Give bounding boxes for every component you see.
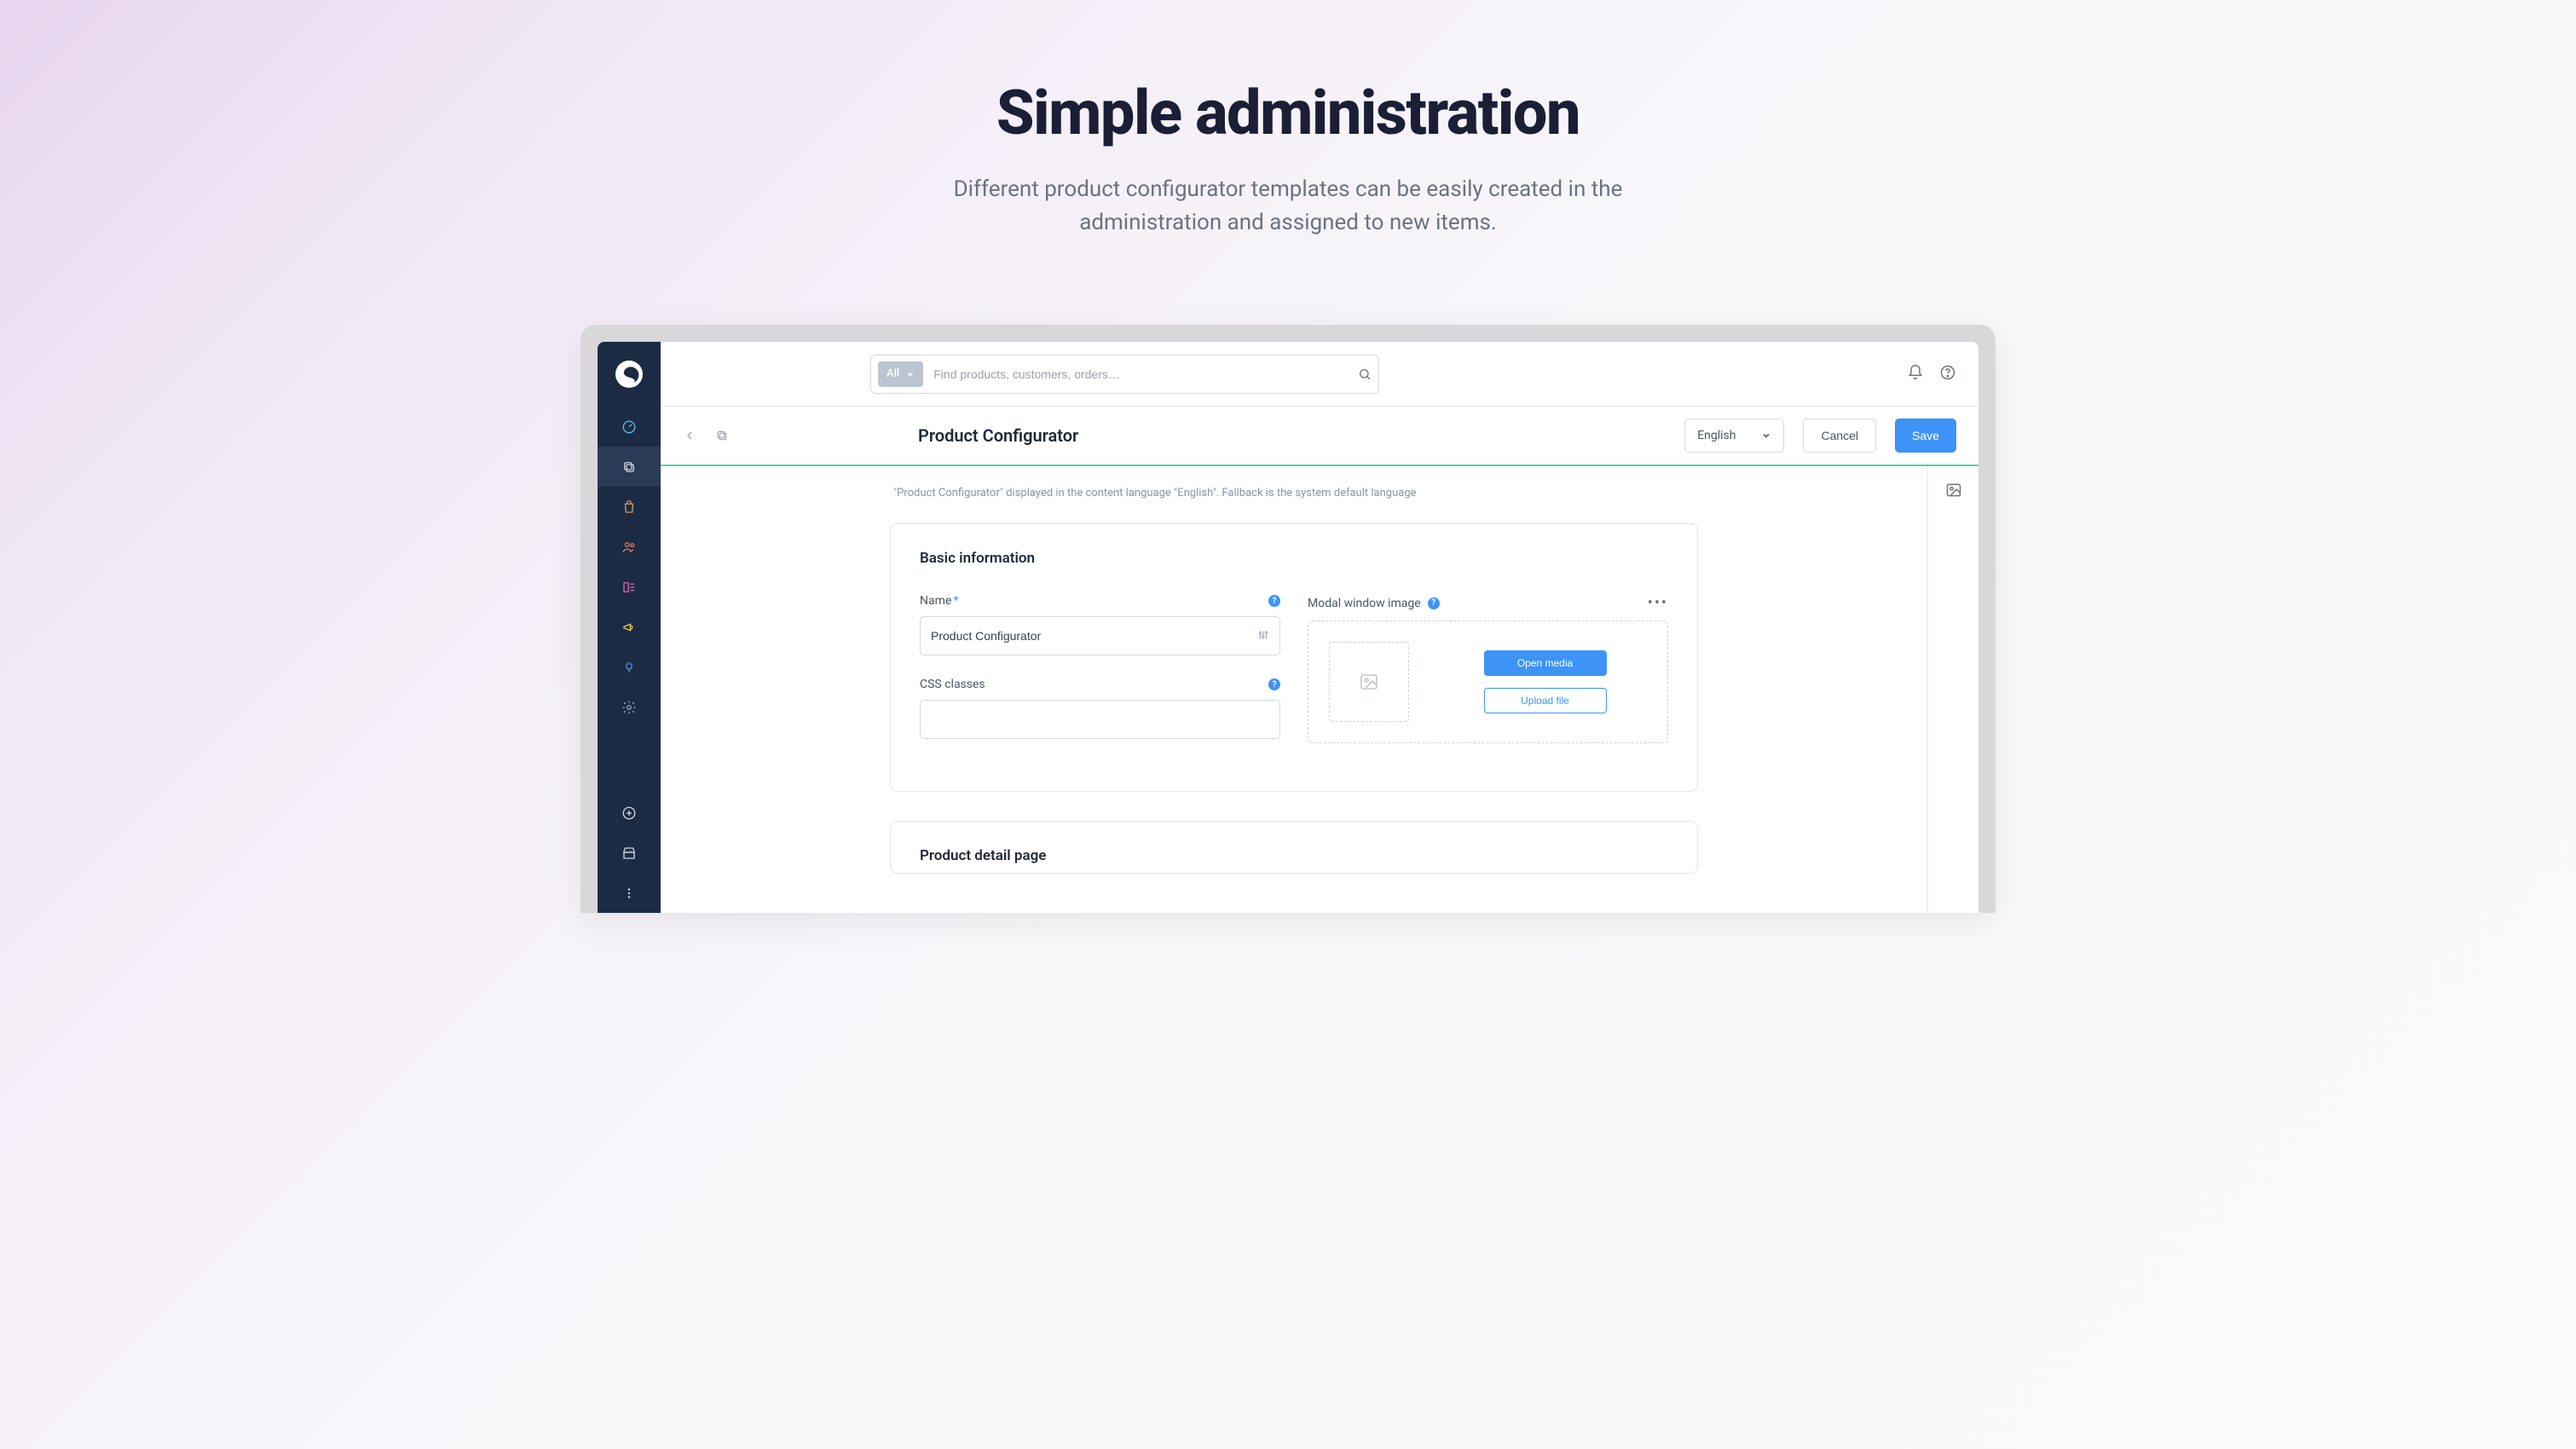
sidebar-item-marketing[interactable]: [598, 607, 661, 647]
search-icon: [1358, 367, 1372, 381]
hero-title: Simple administration: [34, 77, 2542, 149]
bag-icon: [621, 499, 637, 515]
sidebar-item-extensions[interactable]: [598, 647, 661, 687]
content-wrap: "Product Configurator" displayed in the …: [661, 466, 1978, 913]
layout-list-icon: [621, 580, 637, 595]
hero-subtitle: Different product configurator templates…: [904, 173, 1672, 240]
field-label: CSS classes: [920, 678, 985, 691]
sidebar-item-settings[interactable]: [598, 687, 661, 727]
plug-icon: [621, 660, 637, 675]
card-title: Product detail page: [920, 847, 1668, 864]
search-submit[interactable]: [1358, 367, 1372, 381]
megaphone-icon: [621, 620, 637, 635]
search-scope-label: All: [887, 367, 899, 380]
image-icon: [1945, 482, 1962, 499]
chevron-down-icon: [1761, 430, 1771, 441]
name-help[interactable]: ?: [1268, 595, 1280, 607]
sidebar-item-more[interactable]: [598, 873, 661, 913]
name-input-wrap: [920, 616, 1280, 655]
modal-image-field: Modal window image ? •••: [1308, 594, 1668, 743]
global-search: All: [870, 355, 1379, 394]
hero-section: Simple administration Different product …: [0, 0, 2576, 291]
basic-information-card: Basic information Name*: [890, 523, 1698, 792]
right-rail-media[interactable]: [1945, 482, 1962, 502]
main-area: All: [661, 342, 1978, 913]
sidebar-item-content[interactable]: [598, 567, 661, 607]
gauge-icon: [621, 419, 637, 435]
help-button[interactable]: [1939, 364, 1956, 384]
css-classes-input[interactable]: [931, 713, 1269, 726]
name-input[interactable]: [931, 629, 1257, 643]
css-help[interactable]: ?: [1268, 678, 1280, 690]
css-input-wrap: [920, 700, 1280, 739]
sidebar-item-store[interactable]: [598, 833, 661, 873]
sidebar-item-orders[interactable]: [598, 487, 661, 527]
field-label: Modal window image ?: [1308, 597, 1440, 610]
modal-image-more[interactable]: •••: [1648, 594, 1668, 612]
media-placeholder: [1329, 642, 1409, 722]
plus-circle-icon: [621, 805, 637, 821]
notifications-button[interactable]: [1907, 364, 1924, 384]
field-label: Name*: [920, 594, 958, 608]
inheritance-toggle[interactable]: [1257, 628, 1269, 644]
duplicate-icon[interactable]: [715, 429, 729, 442]
sidebar-item-dashboard[interactable]: [598, 407, 661, 447]
sliders-icon: [1257, 629, 1269, 641]
cancel-button[interactable]: Cancel: [1803, 419, 1876, 453]
media-upload-box: Open media Upload file: [1308, 621, 1668, 743]
sidebar-item-customers[interactable]: [598, 527, 661, 567]
page-nav: [683, 429, 729, 442]
upload-file-button[interactable]: Upload file: [1484, 688, 1607, 713]
image-icon: [1359, 672, 1379, 692]
sidebar-item-add[interactable]: [598, 793, 661, 833]
sidebar-nav: [598, 407, 661, 767]
language-info-line: "Product Configurator" displayed in the …: [890, 487, 1698, 499]
top-header: All: [661, 342, 1978, 407]
shopware-logo-icon: [615, 361, 643, 388]
top-header-actions: [1907, 364, 1956, 384]
open-media-button[interactable]: Open media: [1484, 650, 1607, 676]
css-classes-field: CSS classes ?: [920, 678, 1280, 739]
gear-icon: [621, 700, 637, 715]
copy-icon: [621, 459, 637, 475]
save-button[interactable]: Save: [1895, 419, 1956, 453]
store-icon: [621, 846, 637, 861]
users-icon: [621, 540, 637, 555]
browser-frame: All: [580, 325, 1996, 913]
app-logo[interactable]: [598, 342, 661, 407]
right-rail: [1927, 466, 1978, 913]
chevron-down-icon: [906, 370, 915, 378]
bell-icon: [1907, 364, 1924, 381]
page-header: Product Configurator English Cancel Save: [661, 407, 1978, 466]
search-scope-dropdown[interactable]: All: [878, 361, 923, 387]
media-actions: Open media Upload file: [1443, 650, 1647, 713]
page-title: Product Configurator: [918, 425, 1666, 446]
card-title: Basic information: [920, 550, 1668, 567]
name-field: Name* ?: [920, 594, 1280, 655]
language-select[interactable]: English: [1684, 419, 1784, 453]
help-circle-icon: [1939, 364, 1956, 381]
sidebar-item-catalogues[interactable]: [598, 447, 661, 487]
content-scroll: "Product Configurator" displayed in the …: [661, 466, 1927, 913]
dots-vertical-icon: [621, 886, 637, 901]
search-input[interactable]: [923, 367, 1358, 381]
admin-sidebar: [598, 342, 661, 913]
sidebar-nav-bottom: [598, 793, 661, 913]
modal-image-help[interactable]: ?: [1428, 597, 1440, 609]
admin-app-window: All: [598, 342, 1978, 913]
back-icon[interactable]: [683, 429, 696, 442]
product-detail-page-card: Product detail page: [890, 821, 1698, 874]
language-select-value: English: [1697, 429, 1736, 442]
